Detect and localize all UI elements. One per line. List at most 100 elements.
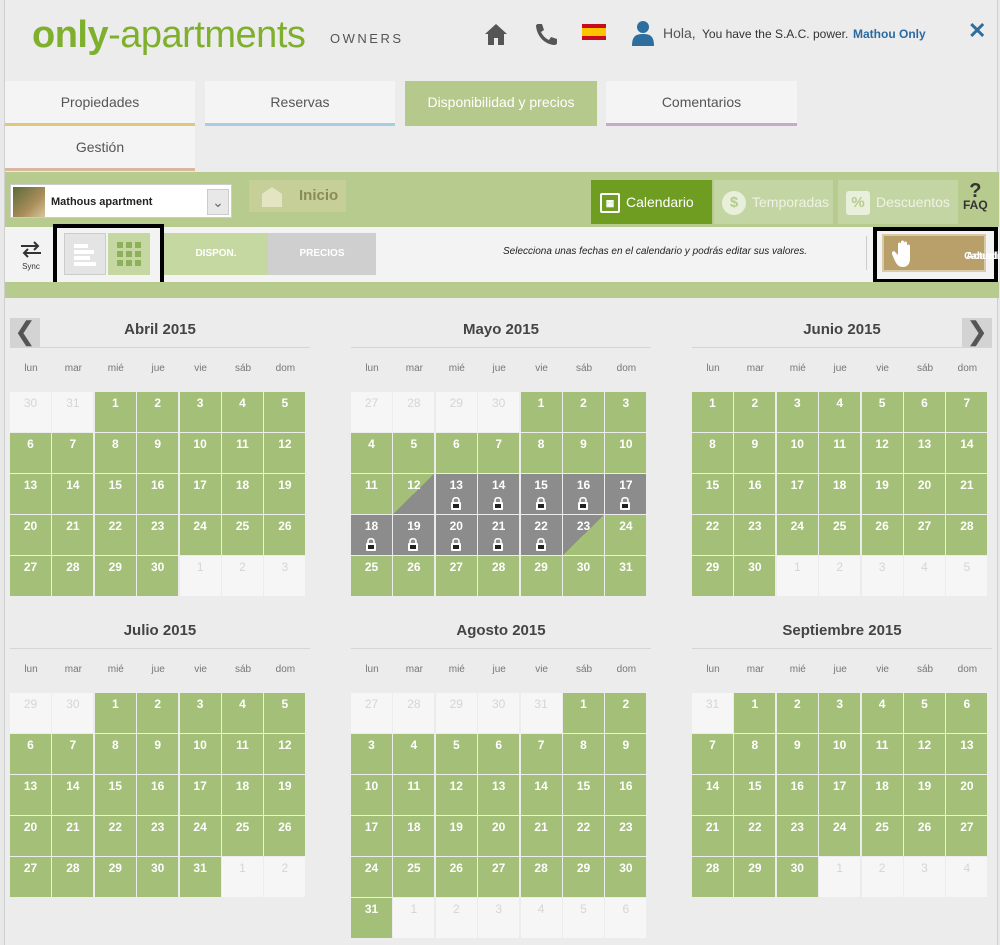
calendar-day[interactable]: 18 bbox=[222, 775, 263, 815]
inicio-button[interactable]: Inicio bbox=[249, 180, 346, 212]
calendar-day[interactable]: 17 bbox=[179, 775, 221, 815]
calendar-day[interactable]: 1 bbox=[563, 693, 604, 733]
actualizar-calendario-button[interactable]: ActualizarCalendario bbox=[882, 234, 1000, 272]
calendar-day[interactable]: 6 bbox=[946, 693, 988, 733]
calendar-day[interactable]: 12 bbox=[861, 433, 903, 473]
calendar-day[interactable]: 15 bbox=[692, 474, 733, 514]
calendar-day[interactable]: 26 bbox=[393, 556, 435, 596]
calendar-day[interactable]: 6 bbox=[435, 433, 477, 473]
tab-gestion[interactable]: Gestión bbox=[5, 126, 195, 171]
calendar-day[interactable]: 28 bbox=[692, 857, 733, 897]
calendar-day[interactable]: 25 bbox=[222, 515, 263, 555]
calendar-day[interactable]: 18 bbox=[351, 515, 392, 555]
calendar-day[interactable]: 26 bbox=[264, 816, 306, 856]
calendar-day[interactable]: 1 bbox=[94, 392, 136, 432]
calendar-day[interactable]: 12 bbox=[435, 775, 477, 815]
calendar-day[interactable]: 22 bbox=[692, 515, 733, 555]
calendar-day[interactable]: 24 bbox=[179, 816, 221, 856]
calendar-day[interactable]: 17 bbox=[351, 816, 392, 856]
calendar-day[interactable]: 18 bbox=[222, 474, 263, 514]
calendar-day[interactable]: 3 bbox=[819, 693, 861, 733]
calendar-day[interactable]: 29 bbox=[94, 556, 136, 596]
calendar-day[interactable]: 1 bbox=[734, 693, 776, 733]
tab-comentarios[interactable]: Comentarios bbox=[606, 81, 797, 126]
calendar-day[interactable]: 7 bbox=[52, 433, 94, 473]
calendar-day[interactable]: 15 bbox=[734, 775, 776, 815]
calendar-day[interactable]: 27 bbox=[946, 816, 988, 856]
calendar-day[interactable]: 11 bbox=[222, 433, 263, 473]
calendar-day[interactable]: 1 bbox=[94, 693, 136, 733]
calendar-day[interactable]: 21 bbox=[946, 474, 988, 514]
calendar-day[interactable]: 20 bbox=[946, 775, 988, 815]
calendar-day[interactable]: 9 bbox=[776, 734, 818, 774]
calendar-day[interactable]: 28 bbox=[478, 556, 520, 596]
calendar-day[interactable]: 9 bbox=[605, 734, 647, 774]
calendar-day[interactable]: 22 bbox=[734, 816, 776, 856]
calendar-day[interactable]: 27 bbox=[904, 515, 945, 555]
calendar-day[interactable]: 2 bbox=[776, 693, 818, 733]
calendar-day[interactable]: 10 bbox=[179, 734, 221, 774]
calendar-day[interactable]: 22 bbox=[563, 816, 604, 856]
faq-button[interactable]: ? FAQ bbox=[963, 181, 988, 211]
calendar-day[interactable]: 25 bbox=[393, 857, 435, 897]
calendar-day[interactable]: 21 bbox=[52, 515, 94, 555]
calendar-day[interactable]: 11 bbox=[819, 433, 861, 473]
calendar-day[interactable]: 8 bbox=[94, 433, 136, 473]
calendar-day[interactable]: 30 bbox=[776, 857, 818, 897]
logo[interactable]: only-apartments bbox=[32, 14, 306, 57]
calendar-day[interactable]: 20 bbox=[10, 515, 51, 555]
calendar-day[interactable]: 11 bbox=[393, 775, 435, 815]
calendar-day[interactable]: 7 bbox=[520, 734, 562, 774]
calendar-day[interactable]: 18 bbox=[819, 474, 861, 514]
calendar-day[interactable]: 19 bbox=[264, 775, 306, 815]
calendar-day[interactable]: 9 bbox=[137, 734, 179, 774]
calendar-day[interactable]: 2 bbox=[734, 392, 776, 432]
calendar-day[interactable]: 30 bbox=[605, 857, 647, 897]
calendar-day[interactable]: 13 bbox=[478, 775, 520, 815]
calendar-day[interactable]: 21 bbox=[52, 816, 94, 856]
calendar-day[interactable]: 16 bbox=[137, 775, 179, 815]
calendar-day[interactable]: 27 bbox=[478, 857, 520, 897]
calendar-day[interactable]: 29 bbox=[563, 857, 604, 897]
calendar-day[interactable]: 13 bbox=[904, 433, 945, 473]
calendar-day[interactable]: 16 bbox=[563, 474, 604, 514]
calendar-day[interactable]: 30 bbox=[734, 556, 776, 596]
calendar-day[interactable]: 23 bbox=[137, 816, 179, 856]
calendar-day[interactable]: 27 bbox=[435, 556, 477, 596]
calendar-day[interactable]: 10 bbox=[819, 734, 861, 774]
calendar-day[interactable]: 18 bbox=[861, 775, 903, 815]
calendar-day[interactable]: 12 bbox=[264, 734, 306, 774]
calendar-day[interactable]: 15 bbox=[94, 474, 136, 514]
calendar-day[interactable]: 4 bbox=[861, 693, 903, 733]
calendar-day[interactable]: 31 bbox=[179, 857, 221, 897]
calendar-day[interactable]: 30 bbox=[137, 556, 179, 596]
descuentos-button[interactable]: % Descuentos bbox=[838, 180, 958, 224]
home-icon[interactable] bbox=[483, 22, 509, 46]
calendar-day[interactable]: 21 bbox=[520, 816, 562, 856]
calendar-day[interactable]: 26 bbox=[435, 857, 477, 897]
list-view-button[interactable] bbox=[64, 233, 106, 275]
calendar-day[interactable]: 26 bbox=[861, 515, 903, 555]
calendar-day[interactable]: 6 bbox=[10, 433, 51, 473]
calendar-day[interactable]: 7 bbox=[692, 734, 733, 774]
calendar-day[interactable]: 18 bbox=[393, 816, 435, 856]
calendar-day[interactable]: 5 bbox=[264, 392, 306, 432]
calendar-day[interactable]: 25 bbox=[819, 515, 861, 555]
calendar-day[interactable]: 4 bbox=[222, 693, 263, 733]
calendar-day[interactable]: 16 bbox=[605, 775, 647, 815]
calendar-day[interactable]: 2 bbox=[605, 693, 647, 733]
calendar-day[interactable]: 19 bbox=[435, 816, 477, 856]
tab-disponibilidad[interactable]: Disponibilidad y precios bbox=[405, 81, 597, 126]
calendar-day[interactable]: 17 bbox=[776, 474, 818, 514]
calendar-day[interactable]: 26 bbox=[264, 515, 306, 555]
calendar-day[interactable]: 28 bbox=[946, 515, 988, 555]
calendar-day[interactable]: 6 bbox=[10, 734, 51, 774]
calendar-day[interactable]: 2 bbox=[137, 693, 179, 733]
calendar-day[interactable]: 13 bbox=[946, 734, 988, 774]
calendar-day[interactable]: 29 bbox=[520, 556, 562, 596]
calendar-day[interactable]: 3 bbox=[605, 392, 647, 432]
calendar-day[interactable]: 30 bbox=[563, 556, 604, 596]
calendar-day[interactable]: 28 bbox=[52, 556, 94, 596]
precios-toggle[interactable]: PRECIOS bbox=[268, 233, 376, 275]
calendar-day[interactable]: 9 bbox=[137, 433, 179, 473]
